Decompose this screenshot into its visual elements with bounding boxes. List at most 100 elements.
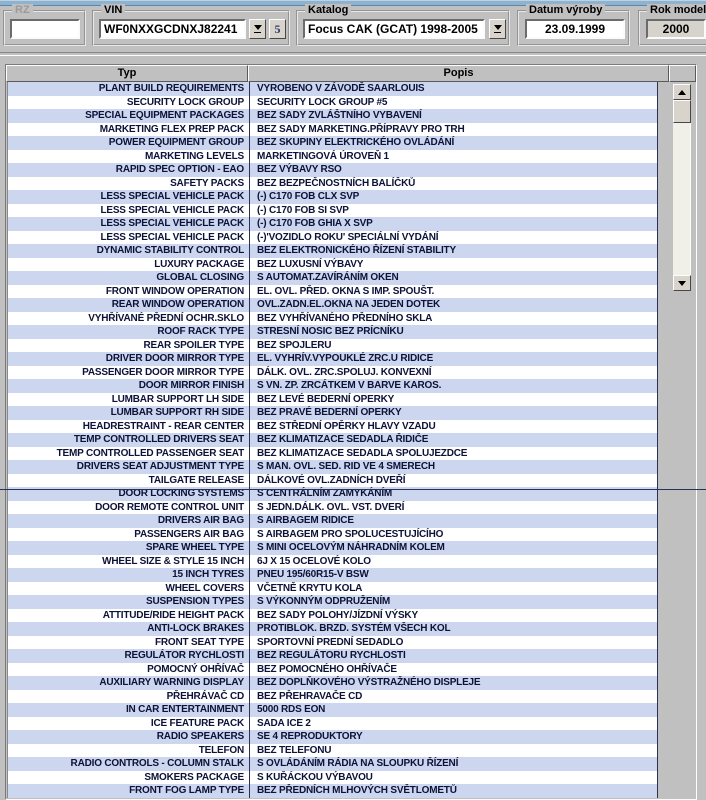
popis-cell: EL. OVL. PŘED. OKNA S IMP. SPOUŠT. — [249, 285, 657, 299]
popis-cell: BEZ POMOCNÉHO OHŘÍVAČE — [249, 663, 657, 677]
popis-cell: S AUTOMAT.ZAVÍRÁNÍM OKEN — [249, 271, 657, 285]
katalog-input[interactable] — [303, 19, 485, 39]
popis-cell: OVL.ZADN.EL.OKNA NA JEDEN DOTEK — [249, 298, 657, 312]
popis-cell: BEZ KLIMATIZACE SEDADLA ŘIDIČE — [249, 433, 657, 447]
popis-cell: S KUŘÁCKOU VÝBAVOU — [249, 771, 657, 785]
typ-cell: SPARE WHEEL TYPE — [8, 541, 249, 555]
table-row[interactable]: RADIO SPEAKERSSE 4 REPRODUKTORY — [8, 730, 657, 744]
table-row[interactable]: SAFETY PACKSBEZ BEZPEČNOSTNÍCH BALÍČKŮ — [8, 177, 657, 191]
table-row[interactable]: SPECIAL EQUIPMENT PACKAGESBEZ SADY ZVLÁŠ… — [8, 109, 657, 123]
table-row[interactable]: PASSENGERS AIR BAGS AIRBAGEM PRO SPOLUCE… — [8, 528, 657, 542]
table-row[interactable]: TELEFONBEZ TELEFONU — [8, 744, 657, 758]
typ-cell: RADIO SPEAKERS — [8, 730, 249, 744]
table-row[interactable]: RADIO CONTROLS - COLUMN STALKS OVLÁDÁNÍM… — [8, 757, 657, 771]
typ-cell: SAFETY PACKS — [8, 177, 249, 191]
table-row[interactable]: FRONT FOG LAMP TYPEBEZ PŘEDNÍCH MLHOVÝCH… — [8, 784, 657, 798]
typ-cell: DRIVER DOOR MIRROR TYPE — [8, 352, 249, 366]
table-row[interactable]: MARKETING LEVELSMARKETINGOVÁ ÚROVEŇ 1 — [8, 150, 657, 164]
table-row[interactable]: LESS SPECIAL VEHICLE PACK(-) C170 FOB CL… — [8, 190, 657, 204]
table-row[interactable]: GLOBAL CLOSINGS AUTOMAT.ZAVÍRÁNÍM OKEN — [8, 271, 657, 285]
table-row[interactable]: REAR SPOILER TYPEBEZ SPOJLERU — [8, 339, 657, 353]
popis-cell: BEZ DOPLŇKOVÉHO VÝSTRAŽNÉHO DISPLEJE — [249, 676, 657, 690]
katalog-dropdown-button[interactable] — [489, 19, 506, 39]
table-row[interactable]: SECURITY LOCK GROUPSECURITY LOCK GROUP #… — [8, 96, 657, 110]
scroll-down-button[interactable] — [673, 275, 691, 291]
popis-cell: BEZ SADY POLOHY/JÍZDNÍ VÝSKY — [249, 609, 657, 623]
typ-cell: PASSENGER DOOR MIRROR TYPE — [8, 366, 249, 380]
arrow-up-icon — [678, 90, 686, 95]
typ-cell: PŘEHRÁVAČ CD — [8, 690, 249, 704]
table-row[interactable]: REGULÁTOR RYCHLOSTIBEZ REGULÁTORU RYCHLO… — [8, 649, 657, 663]
typ-cell: FRONT WINDOW OPERATION — [8, 285, 249, 299]
typ-cell: LUXURY PACKAGE — [8, 258, 249, 272]
toolbar-separator — [0, 52, 706, 56]
table-row[interactable]: IN CAR ENTERTAINMENT5000 RDS EON — [8, 703, 657, 717]
table-row[interactable]: DYNAMIC STABILITY CONTROLBEZ ELEKTRONICK… — [8, 244, 657, 258]
vin-dropdown-button[interactable] — [249, 19, 266, 39]
table-row[interactable]: FRONT SEAT TYPESPORTOVNÍ PREDNÍ SEDADLO — [8, 636, 657, 650]
typ-cell: WHEEL COVERS — [8, 582, 249, 596]
popis-cell: STRESNÍ NOSIC BEZ PRÍCNÍKU — [249, 325, 657, 339]
vin-decode-button[interactable]: 5 — [269, 19, 286, 39]
table-row[interactable]: HEADRESTRAINT - REAR CENTERBEZ STŘEDNÍ O… — [8, 420, 657, 434]
popis-cell: PROTIBLOK. BRZD. SYSTÉM VŠECH KOL — [249, 622, 657, 636]
typ-cell: TELEFON — [8, 744, 249, 758]
column-header-typ[interactable]: Typ — [6, 65, 248, 82]
popis-cell: VYROBENO V ZÁVODĚ SAARLOUIS — [249, 82, 657, 96]
table-row[interactable]: DRIVERS AIR BAGS AIRBAGEM RIDICE — [8, 514, 657, 528]
table-row[interactable]: PLANT BUILD REQUIREMENTSVYROBENO V ZÁVOD… — [8, 82, 657, 96]
popis-cell: SE 4 REPRODUKTORY — [249, 730, 657, 744]
table-row[interactable]: LUMBAR SUPPORT RH SIDEBEZ PRAVÉ BEDERNÍ … — [8, 406, 657, 420]
table-row[interactable]: 15 INCH TYRESPNEU 195/60R15-V BSW — [8, 568, 657, 582]
table-row[interactable]: LESS SPECIAL VEHICLE PACK(-) C170 FOB GH… — [8, 217, 657, 231]
table-row[interactable]: ICE FEATURE PACKSADA ICE 2 — [8, 717, 657, 731]
table-row[interactable]: DRIVERS SEAT ADJUSTMENT TYPES MAN. OVL. … — [8, 460, 657, 474]
table-row[interactable]: LESS SPECIAL VEHICLE PACK(-) C170 FOB SI… — [8, 204, 657, 218]
rz-input[interactable] — [10, 19, 80, 39]
table-row[interactable]: MARKETING FLEX PREP PACKBEZ SADY MARKETI… — [8, 123, 657, 137]
table-row[interactable]: REAR WINDOW OPERATIONOVL.ZADN.EL.OKNA NA… — [8, 298, 657, 312]
popis-cell: 5000 RDS EON — [249, 703, 657, 717]
table-row[interactable]: TEMP CONTROLLED DRIVERS SEATBEZ KLIMATIZ… — [8, 433, 657, 447]
popis-cell: DÁLKOVÉ OVL.ZADNÍCH DVEŘÍ — [249, 474, 657, 488]
table-row[interactable]: ROOF RACK TYPESTRESNÍ NOSIC BEZ PRÍCNÍKU — [8, 325, 657, 339]
popis-cell: DÁLK. OVL. ZRC.SPOLUJ. KONVEXNÍ — [249, 366, 657, 380]
table-row[interactable]: SUSPENSION TYPESS VÝKONNÝM ODPRUŽENÍM — [8, 595, 657, 609]
typ-cell: WHEEL SIZE & STYLE 15 INCH — [8, 555, 249, 569]
vin-input[interactable] — [99, 19, 246, 39]
scrollbar-thumb[interactable] — [673, 100, 691, 123]
table-row[interactable]: VYHŘÍVANÉ PŘEDNÍ OCHR.SKLOBEZ VYHŘÍVANÉH… — [8, 312, 657, 326]
table-row[interactable]: LUMBAR SUPPORT LH SIDEBEZ LEVÉ BEDERNÍ O… — [8, 393, 657, 407]
table-row[interactable]: DOOR REMOTE CONTROL UNITS JEDN.DÁLK. OVL… — [8, 501, 657, 515]
table-row[interactable]: PŘEHRÁVAČ CDBEZ PŘEHRAVAČE CD — [8, 690, 657, 704]
scrollbar[interactable] — [673, 84, 691, 291]
table-row[interactable]: SMOKERS PACKAGES KUŘÁCKOU VÝBAVOU — [8, 771, 657, 785]
table-row[interactable]: SPARE WHEEL TYPES MINI OCELOVÝM NÁHRADNÍ… — [8, 541, 657, 555]
table-row[interactable]: FRONT WINDOW OPERATIONEL. OVL. PŘED. OKN… — [8, 285, 657, 299]
popis-cell: S VN. ZP. ZRCÁTKEM V BARVE KAROS. — [249, 379, 657, 393]
table-row[interactable]: TAILGATE RELEASEDÁLKOVÉ OVL.ZADNÍCH DVEŘ… — [8, 474, 657, 488]
typ-cell: TAILGATE RELEASE — [8, 474, 249, 488]
table-row[interactable]: POMOCNÝ OHŘÍVAČBEZ POMOCNÉHO OHŘÍVAČE — [8, 663, 657, 677]
table-row[interactable]: RAPID SPEC OPTION - EAOBEZ VÝBAVY RSO — [8, 163, 657, 177]
column-header-stub — [669, 65, 696, 82]
table-row[interactable]: PASSENGER DOOR MIRROR TYPEDÁLK. OVL. ZRC… — [8, 366, 657, 380]
chevron-down-icon — [494, 25, 502, 30]
table-row[interactable]: WHEEL COVERSVČETNĚ KRYTU KOLA — [8, 582, 657, 596]
scroll-up-button[interactable] — [673, 84, 691, 100]
table-row[interactable]: ATTITUDE/RIDE HEIGHT PACKBEZ SADY POLOHY… — [8, 609, 657, 623]
table-row[interactable]: TEMP CONTROLLED PASSENGER SEATBEZ KLIMAT… — [8, 447, 657, 461]
table-row[interactable]: LUXURY PACKAGEBEZ LUXUSNÍ VÝBAVY — [8, 258, 657, 272]
table-row[interactable]: LESS SPECIAL VEHICLE PACK(-)'VOZIDLO ROK… — [8, 231, 657, 245]
popis-cell: (-)'VOZIDLO ROKU' SPECIÁLNÍ VYDÁNÍ — [249, 231, 657, 245]
datum-vyroby-input[interactable] — [525, 19, 625, 39]
table-header-row: Typ Popis — [6, 65, 696, 82]
table-row[interactable]: DOOR MIRROR FINISHS VN. ZP. ZRCÁTKEM V B… — [8, 379, 657, 393]
table-row[interactable]: DRIVER DOOR MIRROR TYPEEL. VYHRÍV.VYPOUK… — [8, 352, 657, 366]
table-row[interactable]: WHEEL SIZE & STYLE 15 INCH6J X 15 OCELOV… — [8, 555, 657, 569]
table-row[interactable]: POWER EQUIPMENT GROUPBEZ SKUPINY ELEKTRI… — [8, 136, 657, 150]
table-row[interactable]: ANTI-LOCK BRAKESPROTIBLOK. BRZD. SYSTÉM … — [8, 622, 657, 636]
table-row[interactable]: AUXILIARY WARNING DISPLAYBEZ DOPLŇKOVÉHO… — [8, 676, 657, 690]
typ-cell: LUMBAR SUPPORT LH SIDE — [8, 393, 249, 407]
column-header-popis[interactable]: Popis — [248, 65, 669, 82]
